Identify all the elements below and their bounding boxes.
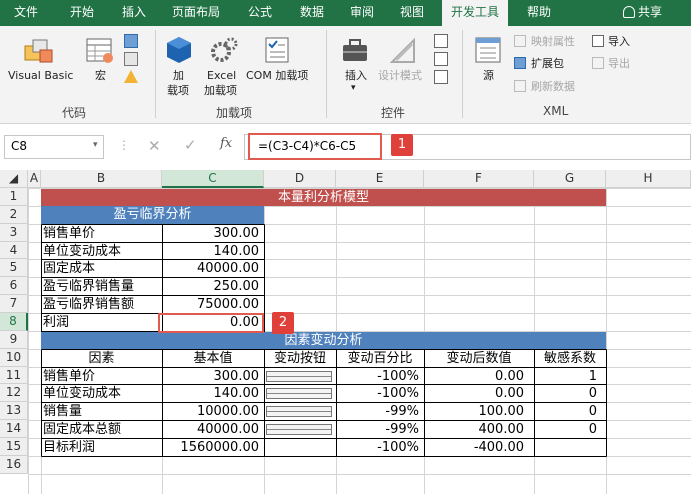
spin-button[interactable] bbox=[266, 424, 332, 435]
bep-label[interactable]: 盈亏临界销售量 bbox=[43, 278, 161, 295]
factor-col-pct[interactable]: 变动百分比 bbox=[336, 350, 424, 367]
factor-name[interactable]: 目标利润 bbox=[43, 439, 161, 456]
row-header-9[interactable]: 9 bbox=[0, 331, 28, 349]
column-header-c[interactable]: C bbox=[162, 170, 264, 188]
row-header-16[interactable]: 16 bbox=[0, 456, 28, 474]
bep-value[interactable]: 40000.00 bbox=[162, 260, 259, 277]
row-header-3[interactable]: 3 bbox=[0, 224, 28, 242]
column-header-b[interactable]: B bbox=[41, 170, 162, 188]
column-header-h[interactable]: H bbox=[606, 170, 691, 188]
factor-col-base[interactable]: 基本值 bbox=[162, 350, 264, 367]
factor-header[interactable]: 因素变动分析 bbox=[41, 332, 606, 349]
factor-after-value[interactable]: 0.00 bbox=[424, 368, 524, 385]
factor-after-value[interactable]: -400.00 bbox=[424, 439, 524, 456]
row-header-15[interactable]: 15 bbox=[0, 438, 28, 456]
factor-after-value[interactable]: 100.00 bbox=[424, 403, 525, 420]
factor-name[interactable]: 单位变动成本 bbox=[43, 385, 161, 402]
bep-label[interactable]: 利润 bbox=[43, 314, 161, 331]
factor-sensitivity[interactable]: 0 bbox=[534, 403, 597, 420]
row-header-6[interactable]: 6 bbox=[0, 277, 28, 295]
factor-sensitivity[interactable]: 0 bbox=[534, 385, 597, 402]
factor-base-value[interactable]: 300.00 bbox=[162, 368, 260, 385]
bep-value[interactable]: 140.00 bbox=[162, 243, 260, 260]
bep-header[interactable]: 盈亏临界分析 bbox=[41, 206, 264, 224]
factor-name[interactable]: 销售单价 bbox=[43, 368, 161, 385]
spin-button[interactable] bbox=[266, 406, 332, 417]
factor-col-name[interactable]: 因素 bbox=[41, 350, 162, 367]
factor-change-pct[interactable]: -99% bbox=[336, 403, 419, 420]
bep-label[interactable]: 销售单价 bbox=[43, 225, 161, 242]
column-header-g[interactable]: G bbox=[534, 170, 606, 188]
column-header-d[interactable]: D bbox=[264, 170, 336, 188]
factor-base-value[interactable]: 10000.00 bbox=[162, 403, 259, 420]
bep-value[interactable]: 300.00 bbox=[162, 225, 260, 242]
sheet-title[interactable]: 本量利分析模型 bbox=[41, 189, 606, 206]
row-header-1[interactable]: 1 bbox=[0, 188, 28, 206]
callout-2: 2 bbox=[272, 312, 294, 334]
factor-name[interactable]: 销售量 bbox=[43, 403, 161, 420]
factor-after-value[interactable]: 0.00 bbox=[424, 385, 524, 402]
row-header-10[interactable]: 10 bbox=[0, 349, 28, 367]
spin-button[interactable] bbox=[266, 388, 332, 399]
factor-col-after[interactable]: 变动后数值 bbox=[424, 350, 534, 367]
row-header-7[interactable]: 7 bbox=[0, 295, 28, 313]
row-header-14[interactable]: 14 bbox=[0, 420, 28, 438]
selected-cell-c8[interactable] bbox=[158, 313, 264, 333]
column-header-a[interactable]: A bbox=[28, 170, 41, 188]
row-header-5[interactable]: 5 bbox=[0, 259, 28, 277]
factor-change-pct[interactable]: -100% bbox=[336, 368, 419, 385]
factor-change-pct[interactable]: -100% bbox=[336, 439, 419, 456]
factor-base-value[interactable]: 140.00 bbox=[162, 385, 260, 402]
factor-name[interactable]: 固定成本总额 bbox=[43, 421, 161, 438]
row-header-13[interactable]: 13 bbox=[0, 402, 28, 420]
row-header-4[interactable]: 4 bbox=[0, 242, 28, 259]
row-header-11[interactable]: 11 bbox=[0, 367, 28, 384]
row-header-12[interactable]: 12 bbox=[0, 384, 28, 402]
factor-base-value[interactable]: 1560000.00 bbox=[162, 439, 259, 456]
factor-sensitivity[interactable]: 0 bbox=[534, 421, 597, 438]
column-header-e[interactable]: E bbox=[336, 170, 424, 188]
factor-col-button[interactable]: 变动按钮 bbox=[264, 350, 336, 367]
factor-after-value[interactable]: 400.00 bbox=[424, 421, 525, 438]
factor-col-sens[interactable]: 敏感系数 bbox=[534, 350, 606, 367]
select-all-corner[interactable]: ◢ bbox=[0, 170, 28, 188]
factor-change-pct[interactable]: -99% bbox=[336, 421, 419, 438]
bep-value[interactable]: 250.00 bbox=[162, 278, 260, 295]
bep-label[interactable]: 盈亏临界销售额 bbox=[43, 296, 161, 313]
bep-value[interactable]: 75000.00 bbox=[162, 296, 259, 313]
bep-label[interactable]: 固定成本 bbox=[43, 260, 161, 277]
factor-base-value[interactable]: 40000.00 bbox=[162, 421, 259, 438]
row-header-2[interactable]: 2 bbox=[0, 206, 28, 224]
factor-change-pct[interactable]: -100% bbox=[336, 385, 419, 402]
row-header-8[interactable]: 8 bbox=[0, 313, 28, 331]
spin-button[interactable] bbox=[266, 371, 332, 382]
factor-sensitivity[interactable]: 1 bbox=[534, 368, 597, 385]
bep-label[interactable]: 单位变动成本 bbox=[43, 243, 161, 260]
column-header-f[interactable]: F bbox=[424, 170, 534, 188]
